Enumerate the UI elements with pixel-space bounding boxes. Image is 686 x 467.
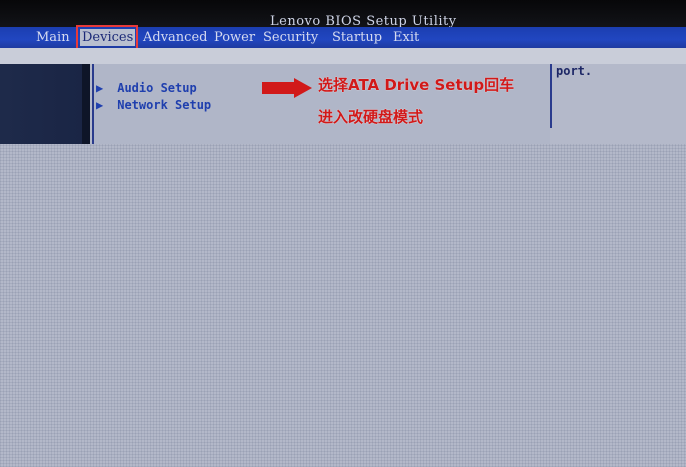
menu-item-power[interactable]: Power (214, 30, 255, 45)
network-setup-label: Network Setup (117, 98, 212, 112)
audio-setup-label: Audio Setup (117, 81, 197, 95)
menu-item-advanced[interactable]: Advanced (143, 30, 207, 45)
annotation-line-1: 选择ATA Drive Setup回车 (318, 76, 515, 94)
menu-item-exit[interactable]: Exit (393, 30, 419, 45)
left-frame-edge (82, 64, 90, 144)
menu-item-startup[interactable]: Startup (332, 30, 382, 45)
help-text: port. (556, 64, 593, 78)
audio-setup-item[interactable]: ▶ Audio Setup (96, 81, 197, 95)
left-frame (0, 64, 82, 144)
triangle-right-icon: ▶ (96, 98, 104, 112)
dithered-background (0, 144, 686, 467)
menu-item-main[interactable]: Main (36, 30, 70, 45)
triangle-right-icon: ▶ (96, 81, 104, 95)
title-bar: Lenovo BIOS Setup Utility (0, 0, 686, 29)
menu-item-security[interactable]: Security (263, 30, 318, 45)
red-arrow-icon (262, 78, 312, 98)
network-setup-item[interactable]: ▶ Network Setup (96, 98, 211, 112)
annotation-line-2: 进入改硬盘模式 (318, 108, 424, 126)
panel-top-strip (0, 48, 686, 64)
